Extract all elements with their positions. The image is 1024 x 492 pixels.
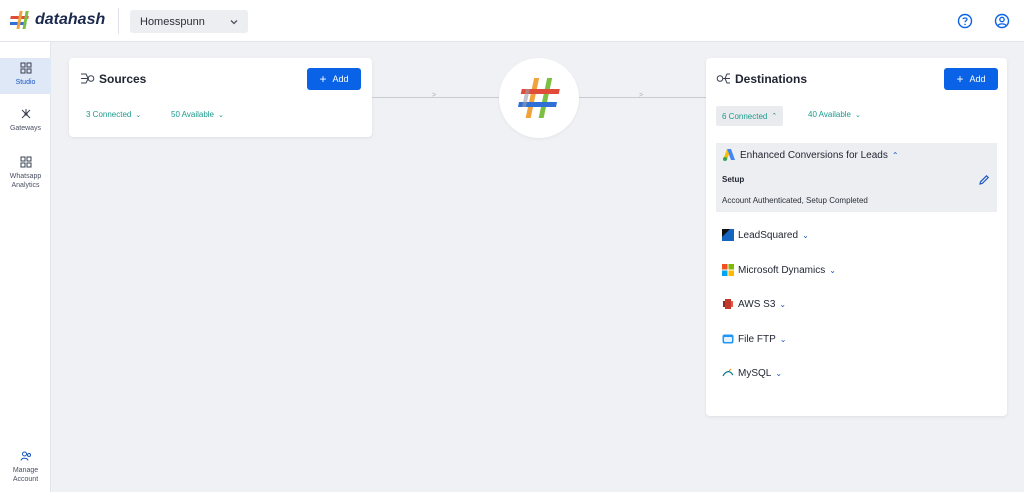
sources-icon	[81, 73, 95, 84]
destination-name: MySQL	[738, 367, 772, 379]
side-nav: Studio Gateways Whatsapp Analytics Manag…	[0, 42, 51, 492]
microsoft-icon	[722, 264, 734, 276]
destination-item-enhanced-conversions[interactable]: Enhanced Conversions for Leads ⌃	[722, 148, 899, 162]
destinations-icon	[716, 73, 730, 84]
destination-name: Microsoft Dynamics	[738, 264, 826, 276]
chevron-up-icon: ⌃	[891, 150, 899, 160]
nav-label-studio: Studio	[15, 79, 36, 86]
sources-available-toggle[interactable]: 50 Available ⌄	[171, 110, 224, 119]
divider	[118, 8, 119, 34]
aws-s3-icon	[723, 299, 733, 309]
plus-icon: +	[956, 72, 964, 86]
sources-add-button[interactable]: + Add	[307, 68, 361, 90]
destinations-available-label: 40 Available	[808, 110, 851, 119]
nav-label-manage-account: Manage Account	[12, 467, 39, 483]
destination-name: AWS S3	[738, 298, 776, 310]
sources-connected-label: 3 Connected	[86, 110, 132, 119]
user-profile-icon[interactable]	[994, 13, 1010, 29]
setup-label: Setup	[722, 175, 745, 184]
leadsquared-icon	[722, 229, 734, 241]
mysql-icon	[722, 368, 734, 377]
users-icon	[20, 451, 31, 461]
arrow-right-icon: >	[432, 92, 437, 99]
grid-icon	[20, 62, 31, 74]
destinations-add-label: Add	[969, 74, 986, 84]
arrow-right-icon: >	[639, 92, 644, 99]
sources-connected-toggle[interactable]: 3 Connected ⌄	[86, 110, 141, 119]
file-ftp-icon	[722, 334, 734, 344]
nav-item-manage-account[interactable]: Manage Account	[0, 450, 51, 484]
destinations-connected-label: 6 Connected	[722, 111, 768, 121]
datahash-hub-icon	[517, 78, 560, 118]
destinations-add-button[interactable]: + Add	[944, 68, 998, 90]
chevron-up-icon: ⌃	[771, 113, 778, 120]
destinations-title-text: Destinations	[735, 71, 808, 86]
nav-label-gateways: Gateways	[9, 125, 42, 132]
destination-item-aws-s3[interactable]: AWS S3 ⌄	[722, 298, 786, 310]
chevron-down-icon: ⌄	[135, 111, 142, 119]
destinations-available-toggle[interactable]: 40 Available ⌄	[808, 110, 861, 119]
datahash-logo-icon	[10, 11, 29, 29]
chevron-down-icon	[230, 19, 238, 24]
chevron-down-icon: ⌄	[779, 299, 787, 309]
destinations-title: Destinations	[716, 71, 807, 86]
destination-name: LeadSquared	[738, 229, 799, 241]
datahash-logo[interactable]: datahash	[10, 9, 105, 31]
chevron-down-icon: ⌄	[829, 265, 836, 275]
workspace-select[interactable]: Homesspunn	[130, 10, 248, 33]
sources-available-label: 50 Available	[171, 110, 214, 119]
destination-item-mysql[interactable]: MySQL ⌄	[722, 367, 782, 379]
nav-item-gateways[interactable]: Gateways	[0, 108, 51, 133]
top-bar: datahash Homesspunn	[0, 0, 1024, 42]
chevron-down-icon: ⌄	[775, 368, 783, 378]
workspace-name: Homesspunn	[140, 15, 205, 28]
nav-label-whatsapp-analytics: Whatsapp Analytics	[9, 173, 42, 189]
grid-icon	[20, 156, 31, 168]
datahash-hub	[499, 58, 579, 138]
edit-pencil-icon[interactable]	[978, 174, 990, 186]
chevron-down-icon: ⌄	[218, 111, 224, 119]
destination-item-leadsquared[interactable]: LeadSquared ⌄	[722, 229, 809, 241]
help-icon[interactable]	[957, 13, 973, 29]
sources-add-label: Add	[332, 74, 349, 84]
brand-name: datahash	[35, 11, 106, 28]
google-ads-icon	[723, 149, 735, 161]
destination-name: File FTP	[738, 333, 776, 345]
destination-item-file-ftp[interactable]: File FTP ⌄	[722, 333, 786, 345]
destination-name: Enhanced Conversions for Leads	[740, 149, 888, 161]
network-icon	[21, 109, 30, 119]
chevron-down-icon: ⌄	[802, 230, 809, 240]
destination-item-microsoft-dynamics[interactable]: Microsoft Dynamics ⌄	[722, 264, 836, 276]
plus-icon: +	[319, 72, 327, 86]
destinations-connected-toggle[interactable]: 6 Connected ⌃	[716, 106, 784, 126]
sources-title-text: Sources	[99, 71, 147, 86]
chevron-down-icon: ⌄	[855, 111, 861, 119]
sources-title: Sources	[80, 71, 146, 86]
chevron-down-icon: ⌄	[779, 334, 787, 344]
setup-status: Account Authenticated, Setup Completed	[722, 196, 868, 205]
nav-item-whatsapp-analytics[interactable]: Whatsapp Analytics	[0, 156, 51, 190]
nav-item-studio[interactable]: Studio	[0, 58, 51, 94]
